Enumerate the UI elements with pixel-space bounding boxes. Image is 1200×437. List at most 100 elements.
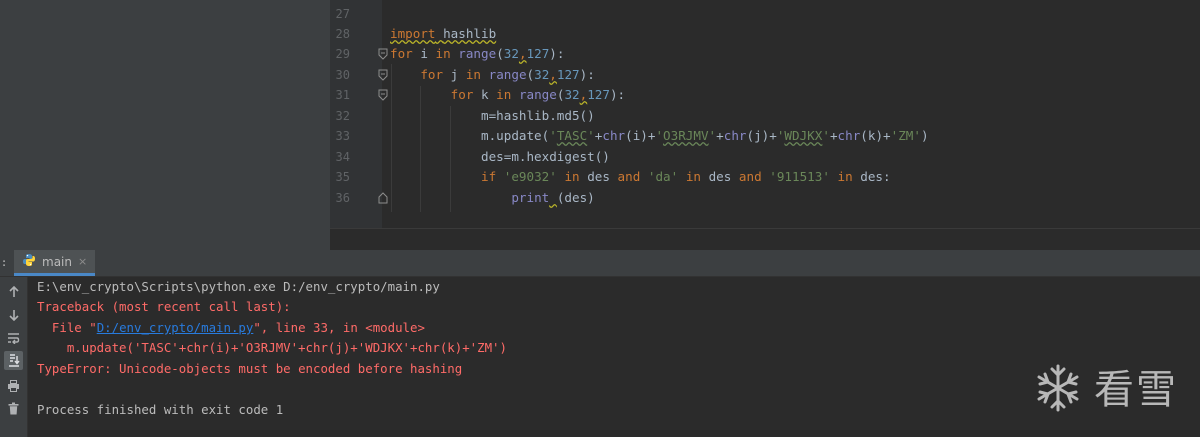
token-text: i bbox=[412, 46, 436, 61]
token-string: TASC bbox=[556, 128, 588, 143]
token-text: (des) bbox=[556, 190, 595, 205]
token-text: + bbox=[829, 128, 838, 143]
token-keyword: for bbox=[450, 87, 474, 102]
close-icon[interactable]: × bbox=[78, 255, 87, 268]
line-number: 32 bbox=[335, 109, 350, 123]
code-line-33: m.update('TASC'+chr(i)+'O3RJMV'+chr(j)+'… bbox=[390, 126, 929, 146]
token-text: (k)+ bbox=[860, 128, 891, 143]
line-number: 27 bbox=[335, 7, 350, 21]
trash-icon[interactable] bbox=[4, 399, 23, 418]
token-text: + bbox=[716, 128, 724, 143]
token-builtin: chr bbox=[723, 128, 747, 143]
console-traceback-file-line: File "D:/env_crypto/main.py", line 33, i… bbox=[37, 318, 425, 338]
token-keyword: in bbox=[496, 87, 512, 102]
toolwindow-options-icon[interactable]: : bbox=[0, 250, 8, 276]
token-text: ): bbox=[609, 87, 626, 102]
fold-marker-icon[interactable] bbox=[378, 89, 388, 101]
arrow-down-icon[interactable] bbox=[4, 305, 23, 324]
traceback-file-suffix: ", line 33, in <module> bbox=[253, 320, 425, 335]
token-string: ' bbox=[822, 128, 830, 143]
line-number: 30 bbox=[335, 68, 350, 82]
token-keyword: in bbox=[564, 169, 580, 184]
run-toolwindow-header bbox=[0, 250, 1200, 277]
run-tab-label: main bbox=[42, 254, 72, 269]
token-string: 'ZM' bbox=[890, 128, 921, 143]
token-text: ) bbox=[920, 128, 929, 143]
token-string: ' bbox=[655, 128, 664, 143]
token-text: ): bbox=[579, 67, 595, 82]
python-icon bbox=[22, 252, 36, 271]
token-string: ' bbox=[587, 128, 595, 143]
scroll-to-end-icon[interactable] bbox=[4, 351, 23, 370]
token-text: ( bbox=[526, 67, 535, 82]
run-tab-main[interactable]: main × bbox=[14, 250, 96, 276]
token-builtin: print bbox=[511, 190, 550, 205]
snowflake-icon bbox=[1032, 362, 1084, 418]
token-text: (j)+ bbox=[746, 128, 777, 143]
token-keyword: import bbox=[390, 26, 436, 41]
token-text: m=hashlib.md5() bbox=[390, 108, 595, 123]
token-comma: , bbox=[549, 67, 557, 82]
token-text: des: bbox=[852, 169, 891, 184]
fold-marker-icon[interactable] bbox=[378, 48, 388, 60]
token-text: des bbox=[700, 169, 739, 184]
token-keyword: for bbox=[390, 46, 413, 61]
fold-end-marker-icon[interactable] bbox=[378, 192, 388, 204]
token-module: hashlib bbox=[443, 26, 497, 41]
token-builtin: chr bbox=[602, 128, 626, 143]
watermark-logo: 看雪 bbox=[1032, 362, 1192, 418]
line-number: 34 bbox=[335, 150, 350, 164]
token-string: O3RJMV bbox=[663, 128, 709, 143]
soft-wrap-icon[interactable] bbox=[4, 328, 23, 347]
line-number: 29 bbox=[335, 47, 350, 61]
line-number: 35 bbox=[335, 170, 350, 184]
token-number: 127 bbox=[587, 87, 610, 102]
token-text: des=m.hexdigest() bbox=[390, 149, 610, 164]
line-number: 33 bbox=[335, 129, 350, 143]
fold-marker-icon[interactable] bbox=[378, 69, 388, 81]
token-keyword: in bbox=[465, 67, 482, 82]
token-number: 32 bbox=[534, 67, 550, 82]
line-number: 36 bbox=[335, 191, 350, 205]
token-builtin: range bbox=[518, 87, 557, 102]
editor-bottom-area bbox=[330, 228, 1200, 251]
console-traceback-code: m.update('TASC'+chr(i)+'O3RJMV'+chr(j)+'… bbox=[37, 340, 507, 355]
line-number: 31 bbox=[335, 88, 350, 102]
console-traceback-header: Traceback (most recent call last): bbox=[37, 299, 291, 314]
token-number: 127 bbox=[526, 46, 550, 61]
token-string: '911513' bbox=[769, 169, 830, 184]
token-keyword: for bbox=[420, 67, 444, 82]
console-exit-message: Process finished with exit code 1 bbox=[37, 402, 284, 417]
traceback-file-prefix: File " bbox=[37, 320, 97, 335]
token-string: 'e9032' bbox=[503, 169, 557, 184]
code-line-36: print (des) bbox=[390, 188, 595, 208]
token-text: j bbox=[443, 67, 466, 82]
arrow-up-icon[interactable] bbox=[4, 282, 23, 301]
token-keyword: in bbox=[837, 169, 853, 184]
token-text: ( bbox=[496, 46, 504, 61]
token-keyword: and bbox=[617, 169, 641, 184]
run-toolbar bbox=[0, 277, 28, 437]
print-icon[interactable] bbox=[4, 376, 23, 395]
traceback-file-link[interactable]: D:/env_crypto/main.py bbox=[97, 320, 254, 335]
console-command-line: E:\env_crypto\Scripts\python.exe D:/env_… bbox=[37, 279, 440, 294]
token-text: ): bbox=[549, 46, 565, 61]
token-builtin: chr bbox=[837, 128, 861, 143]
token-string: WDJKX bbox=[784, 128, 823, 143]
token-keyword: if bbox=[481, 169, 497, 184]
token-text: m.update( bbox=[390, 128, 550, 143]
code-line-31: for k in range(32,127): bbox=[390, 85, 625, 105]
line-number: 28 bbox=[335, 27, 350, 41]
token-number: 127 bbox=[556, 67, 580, 82]
